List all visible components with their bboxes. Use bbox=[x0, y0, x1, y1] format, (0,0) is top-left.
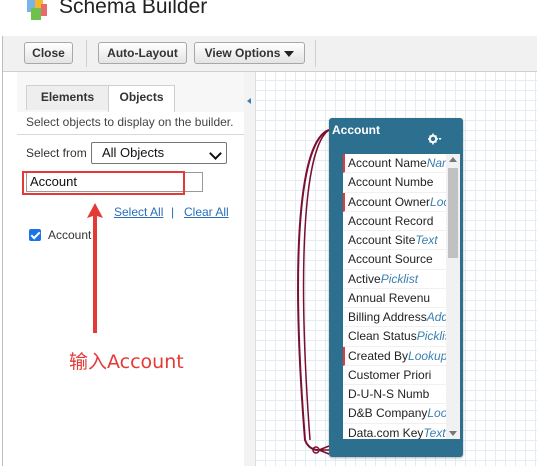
field-name: Created By bbox=[348, 348, 409, 363]
gear-icon[interactable] bbox=[428, 132, 442, 146]
field-row[interactable]: Annual Revenu bbox=[343, 289, 460, 308]
field-name: Billing Address bbox=[348, 310, 427, 324]
field-name: Data.com Key bbox=[348, 425, 424, 440]
field-name: Annual Revenu bbox=[348, 290, 431, 305]
field-row[interactable]: Account NameName bbox=[343, 154, 460, 174]
field-row[interactable]: D&B CompanyLookup bbox=[343, 404, 460, 424]
field-name: Account Owner bbox=[348, 194, 431, 209]
field-row[interactable]: Account Numbe bbox=[343, 173, 460, 193]
field-name: Account Record bbox=[348, 213, 434, 228]
field-list-scrollbar[interactable] bbox=[446, 154, 460, 439]
scroll-up-icon[interactable] bbox=[449, 157, 457, 162]
field-type: Text bbox=[415, 233, 438, 247]
field-name: Account Source bbox=[348, 252, 433, 267]
field-name: D-U-N-S Numb bbox=[348, 387, 430, 401]
field-list: Account NameName Account Numbe Account Own… bbox=[343, 154, 460, 439]
field-row[interactable]: Account Record bbox=[343, 212, 460, 231]
field-type: Lookup bbox=[408, 348, 448, 363]
object-card-title: Account bbox=[332, 123, 380, 137]
field-name: Clean Status bbox=[348, 329, 417, 344]
field-name: Account Name bbox=[348, 156, 427, 170]
field-row[interactable]: Customer Priori bbox=[343, 366, 460, 385]
field-row[interactable]: Account SiteText bbox=[343, 231, 460, 251]
field-row[interactable]: Data.com KeyText bbox=[343, 424, 460, 440]
field-rows: Account NameName Account Numbe Account Own… bbox=[343, 154, 460, 439]
field-name: Account Numbe bbox=[348, 175, 434, 190]
field-name: D&B Company bbox=[348, 406, 428, 421]
field-row[interactable]: ActivePicklist bbox=[343, 270, 460, 289]
object-card-account[interactable]: Account Account NameName Account Numbe Acc… bbox=[329, 118, 463, 457]
field-name: Active bbox=[348, 271, 381, 286]
scroll-down-icon[interactable] bbox=[449, 431, 457, 436]
field-row[interactable]: D-U-N-S Numb bbox=[343, 385, 460, 405]
field-type: Text bbox=[423, 425, 446, 440]
field-name: Account Site bbox=[348, 233, 416, 247]
field-row[interactable]: Created ByLookup bbox=[343, 346, 460, 366]
field-row[interactable]: Clean StatusPicklist bbox=[343, 327, 460, 347]
field-name: Customer Priori bbox=[348, 367, 432, 382]
field-type: Picklist bbox=[380, 271, 419, 286]
scroll-thumb[interactable] bbox=[448, 168, 458, 258]
field-row[interactable]: Account Source bbox=[343, 250, 460, 270]
field-row[interactable]: Billing AddressAddress bbox=[343, 308, 460, 328]
field-row[interactable]: Account OwnerLookup bbox=[343, 192, 460, 212]
